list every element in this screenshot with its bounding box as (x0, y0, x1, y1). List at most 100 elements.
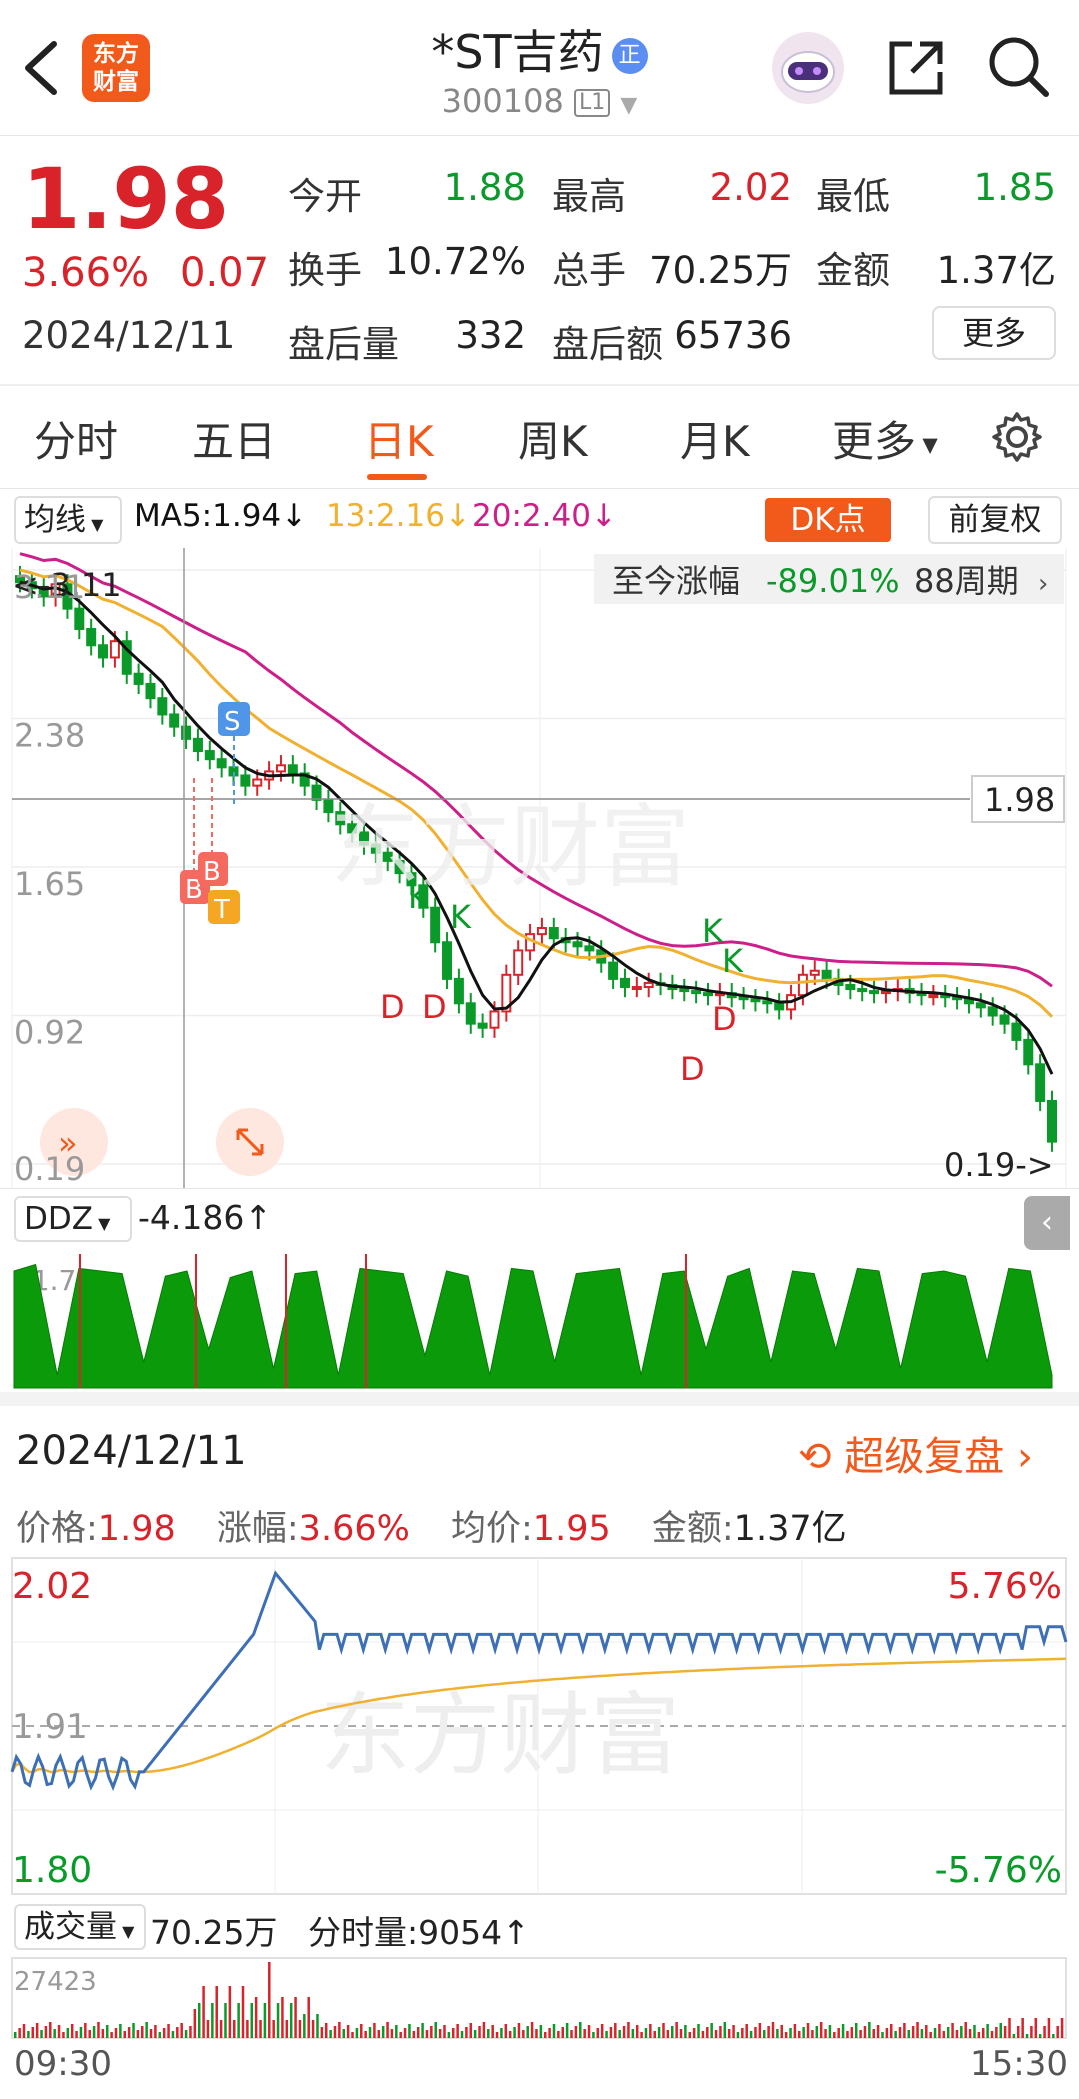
open-label: 今开 (288, 175, 362, 218)
volume-bar (798, 2031, 801, 2038)
volume-bar (101, 2029, 105, 2038)
volume-bar (548, 2028, 551, 2038)
volume-bar (250, 2003, 254, 2038)
volume-bar (425, 2030, 429, 2038)
candle-body (1035, 1063, 1046, 1102)
volume-bar (1030, 2026, 1033, 2038)
ma13-value: 13:2.16↓ (326, 498, 471, 534)
current-price-tag-text: 1.98 (984, 781, 1055, 819)
volume-bar (671, 2026, 674, 2038)
volume-bar (184, 2030, 188, 2038)
volume-bar (171, 2031, 175, 2038)
volume-bar (408, 2024, 411, 2038)
candle-body (109, 640, 120, 659)
volume-bar (132, 2023, 135, 2038)
volume-bar (447, 2032, 451, 2038)
dk-point-button[interactable]: DK点 (765, 498, 891, 542)
volume-bar (316, 2014, 319, 2038)
volume-bar (1034, 2018, 1038, 2038)
low-label: 最低 (816, 175, 890, 218)
volume-total: 70.25万 (150, 1913, 278, 1952)
super-review-link[interactable]: ⟲ 超级复盘 › (798, 1424, 1033, 1482)
volume-bar (802, 2027, 805, 2038)
amount-value: 1.37亿 (936, 249, 1056, 292)
tab-monthly-k[interactable]: 月K (680, 408, 750, 469)
volume-bar (324, 2023, 328, 2038)
fullscreen-icon[interactable] (216, 1108, 284, 1176)
share-icon[interactable] (884, 36, 948, 100)
volume-bar (338, 2022, 341, 2038)
volume-bar (920, 2029, 924, 2038)
collapse-panel-button[interactable]: ‹ (1024, 1196, 1070, 1250)
high-label: 最高 (552, 175, 626, 218)
robot-assistant-icon[interactable] (768, 28, 848, 108)
gear-icon[interactable] (990, 410, 1044, 464)
ma-select[interactable]: 均线 ▼ (14, 496, 122, 544)
signal-t[interactable]: T (208, 890, 240, 925)
volume-bar (692, 2028, 696, 2038)
volume-bar (1012, 2034, 1016, 2038)
volume-bar (811, 2030, 814, 2038)
volume-bar (79, 2027, 83, 2038)
volume-bar (622, 2026, 626, 2038)
volume-bar (215, 1986, 218, 2038)
tab-intraday[interactable]: 分时 (34, 408, 118, 469)
intraday-chart[interactable]: 东方财富 2.02 1.91 1.80 5.76% -5.76% (0, 1556, 1079, 1896)
volume-bar (395, 2025, 398, 2038)
volume-bar (1056, 2026, 1059, 2038)
candle-body (679, 988, 690, 993)
candle-body (750, 998, 761, 1003)
volume-bar (561, 2027, 564, 2038)
volume-bar (504, 2024, 508, 2038)
candle-body (1047, 1099, 1057, 1143)
tab-five-day[interactable]: 五日 (192, 408, 276, 469)
after-amount-value: 65736 (674, 314, 792, 357)
volume-bar (62, 2032, 65, 2038)
volume-bar (110, 2032, 113, 2038)
svg-text:S: S (224, 707, 241, 737)
volume-bar (1008, 2018, 1011, 2038)
tab-more[interactable]: 更多 ▼ (832, 408, 938, 469)
volume-bar (824, 2029, 827, 2038)
search-icon[interactable] (986, 34, 1052, 100)
more-button[interactable]: 更多 (932, 306, 1056, 360)
candle-body (845, 983, 856, 991)
volume-bar (762, 2030, 766, 2038)
candle-body (869, 990, 880, 995)
ddz-select[interactable]: DDZ ▼ (14, 1196, 132, 1242)
volume-chart: 27423 (11, 1957, 1067, 2039)
volume-bar (990, 2031, 994, 2038)
volume-bar (614, 2023, 617, 2038)
volume-bar (745, 2024, 748, 2038)
signal-b[interactable]: BB (180, 778, 228, 905)
candle-body (584, 945, 595, 952)
forward-adjust-button[interactable]: 前复权 (928, 496, 1062, 544)
volume-bar (649, 2024, 652, 2038)
volume-bar (911, 2026, 915, 2038)
tab-weekly-k[interactable]: 周K (518, 408, 588, 469)
volume-bar (57, 2025, 61, 2038)
candle-body (477, 1022, 488, 1029)
turnover-label: 换手 (288, 249, 362, 292)
candle-body (98, 644, 109, 659)
volume-select[interactable]: 成交量 ▼ (14, 1904, 146, 1950)
caret-down-icon: ▼ (916, 432, 938, 457)
volume-bar (31, 2027, 35, 2038)
high-value: 2.02 (709, 166, 792, 209)
volume-bar (723, 2022, 727, 2038)
section-divider (0, 1392, 1079, 1406)
candle-body (1011, 1022, 1022, 1041)
candle-body (240, 774, 251, 787)
kline-chart[interactable]: 至今涨幅 -89.01% 88周期 › 1.98 <-3.11 0.19-> S… (0, 548, 1079, 1188)
tab-daily-k[interactable]: 日K (364, 408, 434, 469)
volume-bar (452, 2028, 455, 2038)
volume-bar (381, 2026, 385, 2038)
volume-bar (189, 2026, 192, 2038)
volume-bar (942, 2031, 946, 2038)
volume-bar (430, 2026, 433, 2038)
volume-bar (933, 2028, 937, 2038)
volume-bar (333, 2026, 337, 2038)
volume-bar (27, 2031, 30, 2038)
volume-bar (881, 2032, 884, 2038)
volume-bar (776, 2029, 779, 2038)
